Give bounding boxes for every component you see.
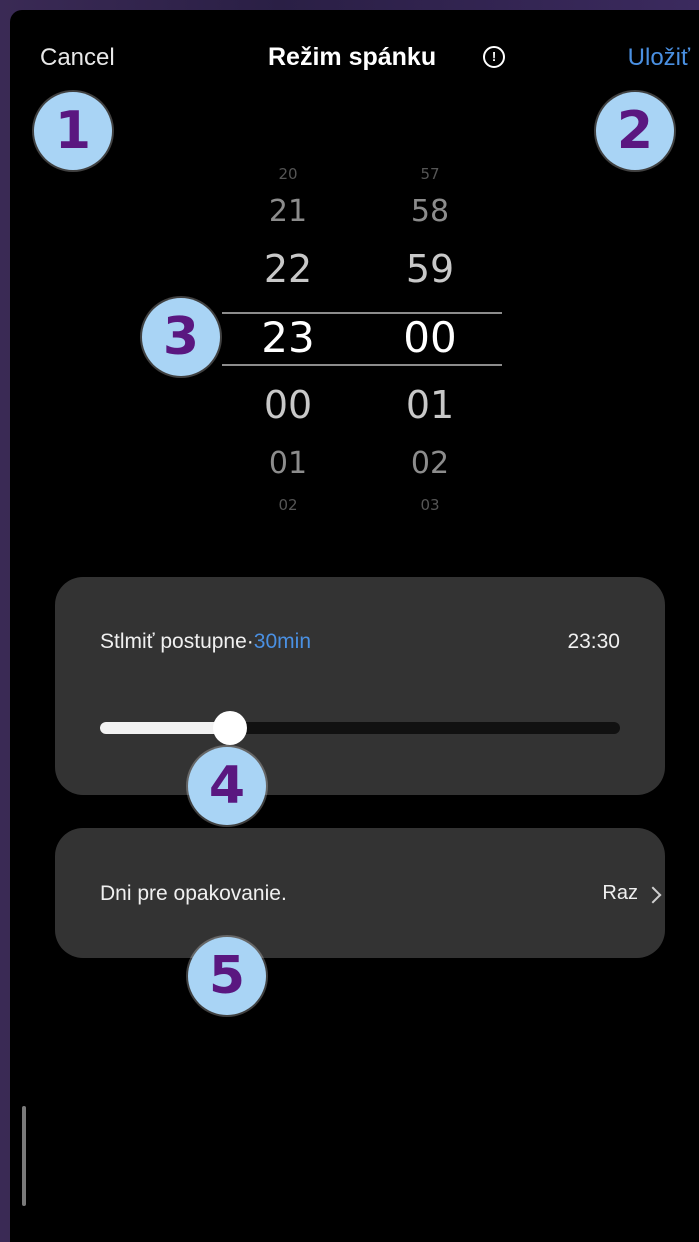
screen: Cancel Režim spánku ! Uložiť 20 21 22 23… xyxy=(10,10,699,1242)
minute-option[interactable]: 57 xyxy=(385,165,475,183)
cancel-button[interactable]: Cancel xyxy=(40,44,115,72)
minute-option[interactable]: 58 xyxy=(385,194,475,229)
repeat-card[interactable]: Dni pre opakovanie. Raz xyxy=(55,828,665,958)
fade-separator: · xyxy=(246,630,254,653)
device-frame: Cancel Režim spánku ! Uložiť 20 21 22 23… xyxy=(0,0,699,1242)
save-button[interactable]: Uložiť xyxy=(628,44,690,72)
annotation-badge-3: 3 xyxy=(142,298,220,376)
minute-option[interactable]: 01 xyxy=(385,383,475,427)
hour-option[interactable]: 00 xyxy=(243,383,333,427)
minute-option[interactable]: 03 xyxy=(385,496,475,514)
fade-label: Stlmiť postupne·30min xyxy=(100,630,311,654)
slider-thumb[interactable] xyxy=(213,711,247,745)
repeat-value: Raz xyxy=(602,882,638,904)
selection-line-bottom xyxy=(222,364,502,366)
hour-option[interactable]: 22 xyxy=(243,247,333,291)
fade-end-time: 23:30 xyxy=(567,630,620,653)
hour-option[interactable]: 01 xyxy=(243,446,333,481)
chevron-right-icon xyxy=(644,886,662,904)
selection-line-top xyxy=(222,312,502,314)
fade-card: Stlmiť postupne·30min 23:30 xyxy=(55,577,665,795)
info-icon[interactable]: ! xyxy=(483,46,505,68)
minute-option[interactable]: 59 xyxy=(385,247,475,291)
annotation-badge-2: 2 xyxy=(596,92,674,170)
minute-selected[interactable]: 00 xyxy=(385,313,475,362)
slider-fill xyxy=(100,722,230,734)
minute-option[interactable]: 02 xyxy=(385,446,475,481)
fade-duration: 30min xyxy=(253,630,311,653)
annotation-badge-5: 5 xyxy=(188,937,266,1015)
annotation-badge-4: 4 xyxy=(188,747,266,825)
hour-option[interactable]: 20 xyxy=(243,165,333,183)
page-title: Režim spánku xyxy=(268,43,437,71)
fade-label-text: Stlmiť postupne xyxy=(100,630,247,653)
hour-selected[interactable]: 23 xyxy=(243,313,333,362)
hour-option[interactable]: 02 xyxy=(243,496,333,514)
hour-option[interactable]: 21 xyxy=(243,194,333,229)
annotation-badge-1: 1 xyxy=(34,92,112,170)
repeat-label: Dni pre opakovanie. xyxy=(100,882,287,905)
fade-slider[interactable] xyxy=(100,711,620,745)
home-indicator xyxy=(22,1106,26,1206)
